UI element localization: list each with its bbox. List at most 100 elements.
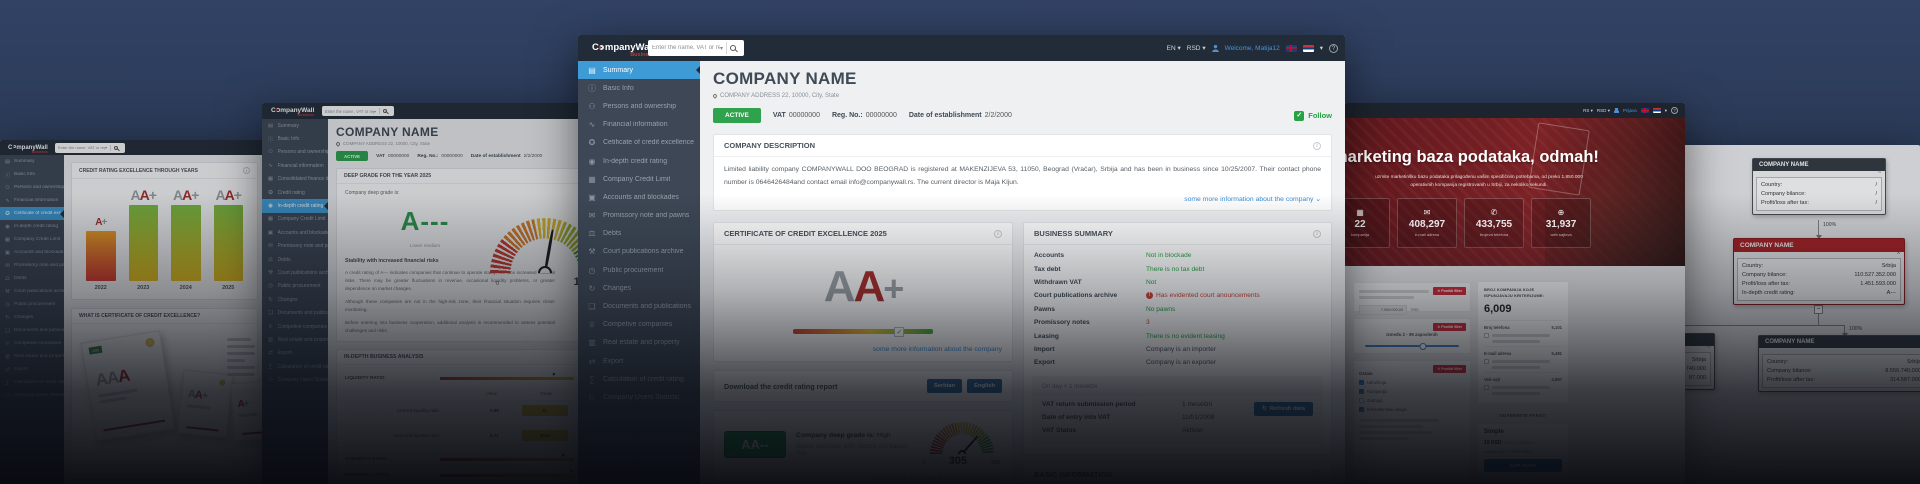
sidebar-item[interactable]: ⇄ Export [262, 347, 328, 360]
status-badge[interactable]: ACTIVE [336, 151, 368, 161]
sidebar-item[interactable]: ∿ Financial information [262, 159, 328, 172]
sidebar-item[interactable]: ⚇ Company Users Statistic [0, 389, 64, 402]
language-selector[interactable]: RS ▾ [1583, 108, 1593, 114]
sidebar-item[interactable]: ⓘ Basic Info [578, 79, 700, 97]
slider-marker-icon[interactable]: ▼ [561, 453, 566, 459]
sidebar-item[interactable]: ⚒ Court publications archive [262, 266, 328, 279]
sidebar-item[interactable]: ◷ Public procurement [578, 261, 700, 279]
checkbox[interactable] [1484, 385, 1489, 390]
login-link[interactable]: Prijava [1623, 108, 1637, 113]
ratio-slider[interactable]: ▼ [440, 377, 574, 380]
slider-marker-icon[interactable]: ▼ [569, 469, 574, 475]
search-icon[interactable] [383, 109, 387, 113]
sidebar-item[interactable]: ✉ Promissory note and pawns [0, 259, 64, 272]
checkbox[interactable]: ✓ [1359, 380, 1364, 385]
sidebar-item[interactable]: ✪ Cetificate of credit excellence [578, 134, 700, 152]
sidebar-item[interactable]: ❏ Documents and publications [578, 297, 700, 315]
sidebar-item[interactable]: ♕ Competive companies [578, 316, 700, 334]
welcome-user[interactable]: Welcome, Matija12 [1225, 45, 1280, 52]
slider-handle[interactable] [1420, 343, 1427, 350]
status-badge[interactable]: ACTIVE [713, 108, 761, 123]
sidebar-item[interactable]: ⇄ Export [0, 363, 64, 376]
sidebar-item[interactable]: ▥ Real estate and property [578, 334, 700, 352]
sidebar-item[interactable]: ▣ Accounts and blockades [578, 188, 700, 206]
search-input[interactable]: Enter the name, VAT or reg. number ▾ [648, 40, 744, 56]
sidebar-item[interactable]: ⚇ Company Users Statistic [262, 373, 328, 386]
ratio-slider[interactable]: ▼ [440, 474, 574, 477]
follow-button[interactable]: ✓Follow [1294, 111, 1332, 121]
filter-option[interactable]: ✓ Zadruga [1359, 398, 1465, 403]
more-info-link[interactable]: some more information about the company [714, 336, 1012, 361]
sidebar-item[interactable]: ⚖ Debts [262, 253, 328, 266]
sidebar-item[interactable]: ◷ Public procurement [0, 298, 64, 311]
sidebar-item[interactable]: ▤ Summary [262, 119, 328, 132]
search-input[interactable]: Enter the name, VAT or reg. number ▾ [322, 106, 394, 116]
more-info-link[interactable]: some more information about the company … [714, 193, 1331, 210]
info-icon[interactable]: i [994, 230, 1002, 238]
search-input[interactable]: Enter the name, VAT or reg. number ▾ [55, 143, 125, 153]
buy-package-button[interactable]: KUPI PAKET [1484, 459, 1562, 472]
download-english-button[interactable]: English [967, 379, 1002, 393]
slider-marker-icon[interactable]: ▼ [551, 372, 556, 378]
info-icon[interactable]: i [1313, 142, 1321, 150]
sidebar-item[interactable]: ↻ Changes [578, 279, 700, 297]
uk-flag-icon[interactable] [1286, 45, 1297, 52]
sidebar-item[interactable]: ❏ Documents and publications [0, 324, 64, 337]
sidebar-item[interactable]: ▤ Summary [578, 61, 700, 79]
company-card-highlight[interactable]: COMPANY NAME ^ Country:SrbijaCompany bil… [1733, 238, 1905, 305]
sidebar-item[interactable]: ▥ Real estate and property [262, 333, 328, 346]
sidebar-item[interactable]: ✉ Promissory note and pawns [578, 207, 700, 225]
sidebar-item[interactable]: ∑ Calculation of credit rating [262, 360, 328, 373]
company-card[interactable]: COMPANY NAME ^ Country:SrbijaCompany bil… [1758, 335, 1920, 392]
company-card[interactable]: COMPANY NAME ^ Country:/Company bilance:… [1752, 158, 1886, 215]
sidebar-item[interactable]: ⚒ Court publications archive [578, 243, 700, 261]
sidebar-item[interactable]: ▦ Consolidated finance data [262, 173, 328, 186]
currency-selector[interactable]: RSD ▾ [1597, 108, 1610, 114]
sidebar-item[interactable]: ⓘ Basic Info [262, 132, 328, 145]
search-icon[interactable] [114, 146, 118, 150]
filter-option[interactable]: ✓ Udruženja [1359, 380, 1465, 385]
sidebar-item[interactable]: ▦ Company Credit Limit [578, 170, 700, 188]
info-icon[interactable]: i [1313, 470, 1321, 478]
employees-slider[interactable] [1365, 345, 1459, 347]
serbia-flag-icon[interactable] [1303, 45, 1314, 52]
sidebar-item[interactable]: ⚇ Persons and ownership [578, 97, 700, 115]
sidebar-item[interactable]: ❏ Documents and publications [262, 306, 328, 319]
reset-filter-button[interactable]: ✕ Poništi filter [1433, 323, 1466, 331]
uk-flag-icon[interactable] [1641, 108, 1649, 113]
sidebar-item[interactable]: ◉ In-depth credit rating [578, 152, 700, 170]
checkbox[interactable] [1484, 359, 1489, 364]
sidebar-item[interactable]: ♕ Competive companies [262, 320, 328, 333]
sidebar-item[interactable]: ▥ Real estate and property [0, 350, 64, 363]
follow-checkbox[interactable]: ✓ [1294, 111, 1304, 121]
sidebar-item[interactable]: ∿ Financial information [0, 194, 64, 207]
sidebar-item[interactable]: ✉ Promissory note and pawns [262, 240, 328, 253]
sidebar-item[interactable]: ⚖ Debts [578, 225, 700, 243]
more-info-link[interactable]: some more information about the company [724, 467, 1002, 484]
collapse-node-button[interactable]: − [1814, 305, 1823, 314]
sidebar-item[interactable]: ▤ Summary [0, 155, 64, 168]
sidebar-item[interactable]: ⚒ Court publications archive [0, 285, 64, 298]
help-icon[interactable]: ? [1671, 107, 1678, 114]
sidebar-item[interactable]: ⚇ Persons and ownership [0, 181, 64, 194]
checkbox[interactable]: ✓ [1359, 407, 1364, 412]
sidebar-item[interactable]: ⚖ Debts [0, 272, 64, 285]
sidebar-item[interactable]: ▦ Company Credit Limit [262, 213, 328, 226]
checkbox[interactable] [1484, 333, 1489, 338]
caret-icon[interactable]: ▾ [1665, 108, 1667, 114]
search-icon[interactable] [730, 45, 736, 51]
filter-option[interactable]: ✓ Kompanija [1359, 389, 1465, 394]
info-icon[interactable]: i [243, 167, 250, 174]
download-serbian-button[interactable]: Serbian [927, 379, 962, 393]
sidebar-item[interactable]: ⓘ Basic Info [0, 168, 64, 181]
caret-icon[interactable]: ▾ [1320, 44, 1323, 52]
sidebar-item[interactable]: ↻ Changes [262, 293, 328, 306]
sidebar-item[interactable]: ▦ Company Credit Limit [0, 233, 64, 246]
checkbox[interactable]: ✓ [1359, 389, 1364, 394]
sidebar-item[interactable]: ⇄ Export [578, 352, 700, 370]
reset-filter-button[interactable]: ✕ Poništi filter [1433, 287, 1466, 295]
info-icon[interactable]: i [1313, 230, 1321, 238]
sidebar-item[interactable]: ✪ Cetificate of credit excellence [0, 207, 64, 220]
sidebar-item[interactable]: ◷ Public procurement [262, 280, 328, 293]
language-selector[interactable]: EN ▾ [1167, 44, 1181, 52]
